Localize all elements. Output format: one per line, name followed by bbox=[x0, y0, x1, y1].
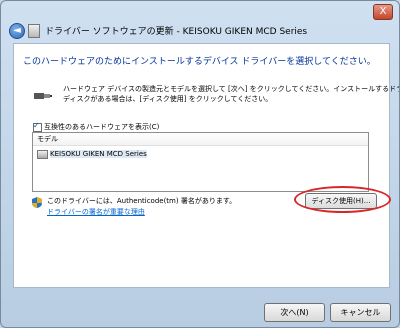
back-button[interactable]: ◄ bbox=[9, 23, 25, 39]
model-name: KEISOKU GIKEN MCD Series bbox=[50, 150, 147, 158]
signature-help-link[interactable]: ドライバーの署名が重要な理由 bbox=[47, 207, 145, 217]
next-button[interactable]: 次へ(N) bbox=[264, 303, 325, 322]
instruction-line-2: ディスクがある場合は、[ディスク使用] をクリックしてください。 bbox=[63, 95, 273, 103]
compatible-hardware-label: 互換性のあるハードウェアを表示(C) bbox=[44, 123, 160, 131]
page-heading: このハードウェアのためにインストールするデバイス ドライバーを選択してください。 bbox=[23, 57, 376, 67]
compatible-hardware-checkbox[interactable]: 互換性のあるハードウェアを表示(C) bbox=[33, 121, 160, 132]
usb-cable-icon bbox=[34, 93, 52, 99]
driver-update-window: X ◄ ドライバー ソフトウェアの更新 - KEISOKU GIKEN MCD … bbox=[0, 0, 400, 328]
instruction-line-1: ハードウェア デバイスの製造元とモデルを選択して [次へ] をクリックしてくださ… bbox=[63, 85, 400, 93]
cancel-button[interactable]: キャンセル bbox=[330, 303, 391, 322]
highlight-circle bbox=[294, 186, 391, 213]
shield-icon bbox=[32, 197, 42, 208]
checkbox-checked-icon[interactable] bbox=[33, 121, 42, 132]
device-icon bbox=[37, 149, 48, 159]
model-list[interactable]: モデル KEISOKU GIKEN MCD Series bbox=[32, 132, 369, 192]
list-item[interactable]: KEISOKU GIKEN MCD Series bbox=[33, 149, 368, 159]
signature-status: このドライバーには、Authenticode(tm) 署名があります。 bbox=[47, 197, 237, 205]
title-bar: X ◄ ドライバー ソフトウェアの更新 - KEISOKU GIKEN MCD … bbox=[1, 1, 399, 39]
wizard-content: このハードウェアのためにインストールするデバイス ドライバーを選択してください。… bbox=[13, 43, 399, 288]
model-column-header: モデル bbox=[33, 133, 368, 146]
device-icon bbox=[28, 24, 40, 38]
close-button[interactable]: X bbox=[373, 4, 393, 20]
window-title: ドライバー ソフトウェアの更新 - KEISOKU GIKEN MCD Seri… bbox=[45, 27, 308, 37]
